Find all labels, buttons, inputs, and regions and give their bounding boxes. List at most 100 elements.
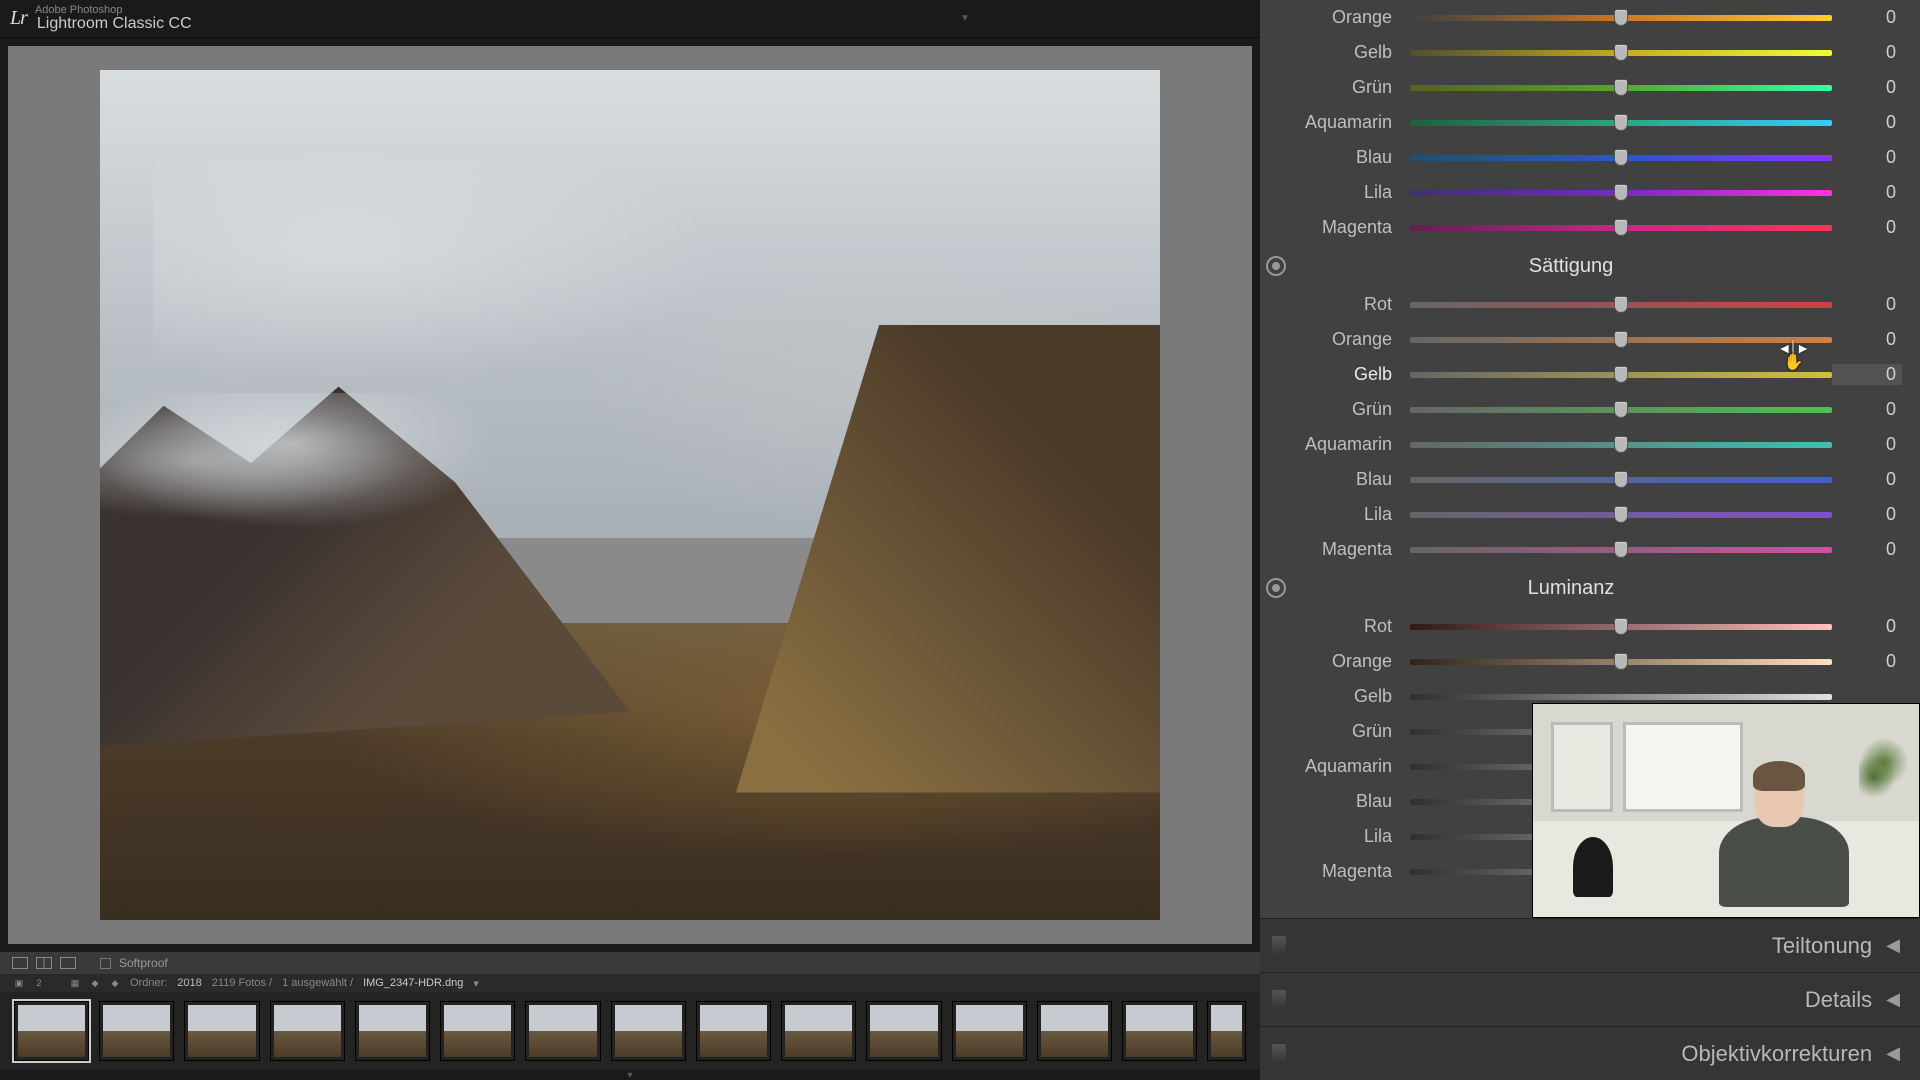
lum-gelb-slider[interactable] [1410, 694, 1832, 700]
thumb-1[interactable] [14, 1001, 89, 1061]
lum-lila-label[interactable]: Lila [1260, 826, 1410, 847]
sat-aqua-label[interactable]: Aquamarin [1260, 434, 1410, 455]
hue-lila-value[interactable]: 0 [1832, 182, 1902, 203]
secondary-display-icon[interactable]: ▣ [14, 978, 24, 988]
sat-orange-slider[interactable] [1410, 337, 1832, 343]
lum-blau-label[interactable]: Blau [1260, 791, 1410, 812]
hue-gelb-value[interactable]: 0 [1832, 42, 1902, 63]
thumb-6[interactable] [440, 1001, 515, 1061]
thumb-3[interactable] [184, 1001, 259, 1061]
hue-orange-slider[interactable] [1410, 15, 1832, 21]
sat-aqua-value[interactable]: 0 [1832, 434, 1902, 455]
hue-gruen-slider[interactable] [1410, 85, 1832, 91]
hue-aqua-label[interactable]: Aquamarin [1260, 112, 1410, 133]
thumb-8[interactable] [611, 1001, 686, 1061]
hue-magenta-slider[interactable] [1410, 225, 1832, 231]
sat-rot-label[interactable]: Rot [1260, 294, 1410, 315]
develop-panel[interactable]: Orange 0 Gelb 0 Grün 0 Aquamarin 0 Blau 0 Lil… [1260, 0, 1920, 918]
sat-blau-slider[interactable] [1410, 477, 1832, 483]
section-objektiv[interactable]: Objektivkorrekturen ◀ [1260, 1026, 1920, 1080]
sat-orange-value[interactable]: 0 [1832, 329, 1902, 350]
sat-lila-value[interactable]: 0 [1832, 504, 1902, 525]
hue-gruen-value[interactable]: 0 [1832, 77, 1902, 98]
crumb-chevron-icon[interactable]: ▾ [473, 977, 479, 990]
lum-orange-slider[interactable] [1410, 659, 1832, 665]
sat-gelb-label[interactable]: Gelb [1260, 364, 1410, 385]
hue-magenta-value[interactable]: 0 [1832, 217, 1902, 238]
sat-magenta-value[interactable]: 0 [1832, 539, 1902, 560]
sat-gruen-label[interactable]: Grün [1260, 399, 1410, 420]
sat-lila-slider[interactable] [1410, 512, 1832, 518]
section-teiltonung[interactable]: Teiltonung ◀ [1260, 918, 1920, 972]
sat-gelb-value[interactable]: 0 [1832, 364, 1902, 385]
thumb-9[interactable] [696, 1001, 771, 1061]
sat-gruen-slider[interactable] [1410, 407, 1832, 413]
secondary-display-2-icon[interactable]: 2 [34, 978, 44, 988]
teiltonung-switch-icon[interactable] [1272, 936, 1286, 956]
view-survey-icon[interactable] [60, 957, 76, 969]
sat-lila-label[interactable]: Lila [1260, 504, 1410, 525]
sat-gelb-slider[interactable] [1410, 372, 1832, 378]
thumb-2[interactable] [99, 1001, 174, 1061]
lum-gruen-label[interactable]: Grün [1260, 721, 1410, 742]
header-collapse-icon[interactable]: ▼ [960, 13, 970, 24]
hue-gruen-label[interactable]: Grün [1260, 77, 1410, 98]
grid-view-icon[interactable]: ▦ [70, 978, 80, 988]
hue-lila-label[interactable]: Lila [1260, 182, 1410, 203]
hue-magenta-label[interactable]: Magenta [1260, 217, 1410, 238]
filmstrip-collapse-icon[interactable]: ▼ [0, 1070, 1260, 1080]
thumb-7[interactable] [525, 1001, 600, 1061]
thumb-5[interactable] [355, 1001, 430, 1061]
hue-orange-value[interactable]: 0 [1832, 7, 1902, 28]
section-details[interactable]: Details ◀ [1260, 972, 1920, 1026]
lum-rot-value[interactable]: 0 [1832, 616, 1902, 637]
sat-blau-value[interactable]: 0 [1832, 469, 1902, 490]
softproof-checkbox[interactable] [100, 958, 111, 969]
sat-rot-value[interactable]: 0 [1832, 294, 1902, 315]
hue-orange-row: Orange 0 [1260, 0, 1902, 35]
details-switch-icon[interactable] [1272, 990, 1286, 1010]
crumb-file[interactable]: IMG_2347-HDR.dng [363, 977, 463, 989]
thumb-14[interactable] [1122, 1001, 1197, 1061]
thumb-11[interactable] [866, 1001, 941, 1061]
hue-aqua-value[interactable]: 0 [1832, 112, 1902, 133]
sat-gruen-value[interactable]: 0 [1832, 399, 1902, 420]
lum-magenta-label[interactable]: Magenta [1260, 861, 1410, 882]
thumb-10[interactable] [781, 1001, 856, 1061]
luminance-target-icon[interactable] [1266, 578, 1286, 598]
sat-magenta-slider[interactable] [1410, 547, 1832, 553]
sat-blau-label[interactable]: Blau [1260, 469, 1410, 490]
hue-blau-value[interactable]: 0 [1832, 147, 1902, 168]
thumb-4[interactable] [270, 1001, 345, 1061]
hue-blau-label[interactable]: Blau [1260, 147, 1410, 168]
lum-aqua-label[interactable]: Aquamarin [1260, 756, 1410, 777]
lum-rot-slider[interactable] [1410, 624, 1832, 630]
lum-rot-label[interactable]: Rot [1260, 616, 1410, 637]
filmstrip[interactable] [0, 992, 1260, 1070]
lum-gelb-label[interactable]: Gelb [1260, 686, 1410, 707]
preview-area[interactable] [8, 46, 1252, 944]
nav-back-icon[interactable]: ◆ [90, 978, 100, 988]
thumb-15[interactable] [1207, 1001, 1246, 1061]
view-compare-icon[interactable] [36, 957, 52, 969]
thumb-12[interactable] [952, 1001, 1027, 1061]
saturation-target-icon[interactable] [1266, 256, 1286, 276]
nav-fwd-icon[interactable]: ◆ [110, 978, 120, 988]
hue-orange-label[interactable]: Orange [1260, 7, 1410, 28]
hue-gelb-label[interactable]: Gelb [1260, 42, 1410, 63]
hue-blau-slider[interactable] [1410, 155, 1832, 161]
hue-magenta-row: Magenta 0 [1260, 210, 1902, 245]
hue-aqua-slider[interactable] [1410, 120, 1832, 126]
crumb-folder[interactable]: 2018 [177, 977, 201, 989]
sat-orange-label[interactable]: Orange [1260, 329, 1410, 350]
sat-magenta-label[interactable]: Magenta [1260, 539, 1410, 560]
thumb-13[interactable] [1037, 1001, 1112, 1061]
objektiv-switch-icon[interactable] [1272, 1044, 1286, 1064]
hue-lila-slider[interactable] [1410, 190, 1832, 196]
lum-orange-label[interactable]: Orange [1260, 651, 1410, 672]
sat-rot-slider[interactable] [1410, 302, 1832, 308]
sat-aqua-slider[interactable] [1410, 442, 1832, 448]
view-loupe-icon[interactable] [12, 957, 28, 969]
lum-orange-value[interactable]: 0 [1832, 651, 1902, 672]
hue-gelb-slider[interactable] [1410, 50, 1832, 56]
